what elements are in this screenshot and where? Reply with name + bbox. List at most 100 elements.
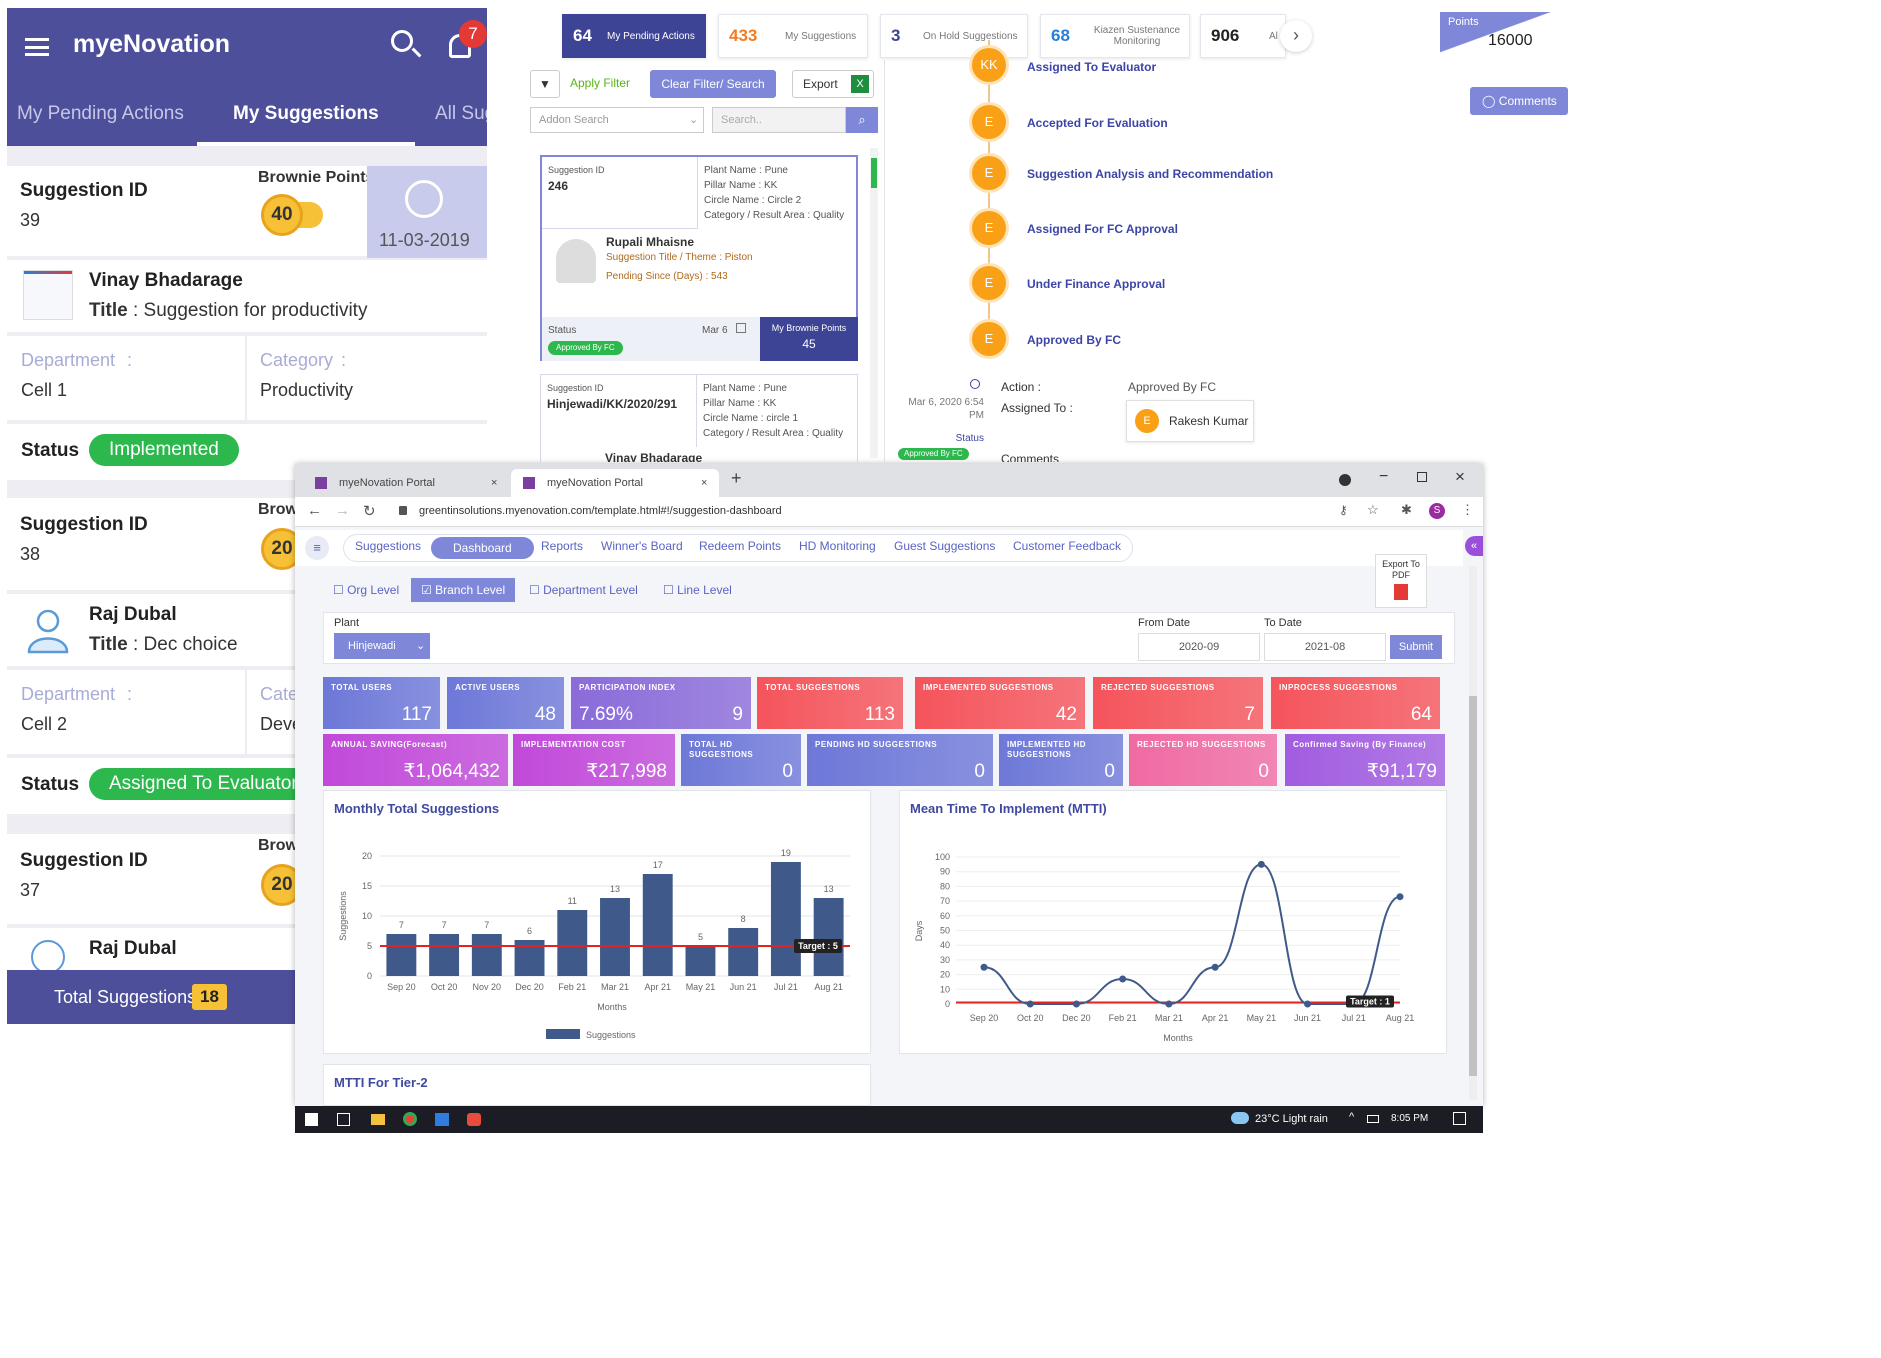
- data-point[interactable]: [1072, 1000, 1080, 1008]
- restore-icon[interactable]: [1417, 472, 1427, 482]
- export-button[interactable]: Export X: [792, 70, 874, 98]
- kpi-tile[interactable]: TOTAL USERS 117: [323, 677, 440, 729]
- bar[interactable]: [770, 862, 801, 976]
- search-icon[interactable]: [391, 30, 413, 52]
- scrollbar[interactable]: [1469, 566, 1477, 1100]
- submit-button[interactable]: Submit: [1390, 635, 1442, 659]
- file-explorer-icon[interactable]: [371, 1114, 385, 1125]
- suggestion-card[interactable]: Suggestion ID Hinjewadi/KK/2020/291 Plan…: [540, 374, 858, 462]
- level-branch[interactable]: ☑ Branch Level: [411, 578, 516, 602]
- bar[interactable]: [386, 934, 417, 976]
- kpi-tile[interactable]: REJECTED HD SUGGESTIONS 0: [1129, 734, 1277, 786]
- task-view-icon[interactable]: [337, 1113, 350, 1126]
- filter-icon[interactable]: ▼: [530, 70, 560, 98]
- data-point[interactable]: [1119, 975, 1127, 983]
- search-input[interactable]: Search..: [712, 107, 846, 133]
- collapse-panel-icon[interactable]: «: [1465, 536, 1483, 556]
- extensions-icon[interactable]: ✱: [1401, 502, 1412, 518]
- forward-arrow-icon[interactable]: →: [335, 502, 350, 519]
- nav-winners-board[interactable]: Winner's Board: [601, 539, 683, 553]
- stat-all[interactable]: 906 Al: [1200, 14, 1286, 58]
- kpi-tile[interactable]: IMPLEMENTED SUGGESTIONS 42: [915, 677, 1085, 729]
- tab-my-pending-actions[interactable]: My Pending Actions: [17, 100, 184, 146]
- kebab-menu-icon[interactable]: ⋮: [1461, 502, 1474, 518]
- minimize-icon[interactable]: −: [1379, 468, 1388, 486]
- nav-dashboard[interactable]: Dashboard: [431, 537, 534, 559]
- key-icon[interactable]: ⚷: [1339, 503, 1348, 517]
- kpi-tile[interactable]: Confirmed Saving (By Finance) ₹91,179: [1285, 734, 1445, 786]
- assignee-chip[interactable]: E Rakesh Kumar: [1126, 400, 1254, 442]
- addon-search-select[interactable]: Addon Search ⌄: [530, 107, 704, 133]
- windows-start-icon[interactable]: [305, 1113, 318, 1126]
- nav-suggestions[interactable]: Suggestions: [355, 539, 421, 553]
- kpi-tile[interactable]: INPROCESS SUGGESTIONS 64: [1271, 677, 1440, 729]
- kpi-tile[interactable]: TOTAL HD SUGGESTIONS 0: [681, 734, 801, 786]
- battery-icon[interactable]: [1367, 1115, 1379, 1123]
- new-tab-icon[interactable]: +: [731, 468, 742, 489]
- stat-my-suggestions[interactable]: 433 My Suggestions: [718, 14, 868, 58]
- nav-redeem-points[interactable]: Redeem Points: [699, 539, 781, 553]
- bar[interactable]: [557, 910, 588, 976]
- nav-reports[interactable]: Reports: [541, 539, 583, 553]
- close-icon[interactable]: ×: [491, 469, 497, 497]
- chevron-right-icon[interactable]: ›: [1280, 20, 1312, 52]
- stat-on-hold-suggestions[interactable]: 3 On Hold Suggestions: [880, 14, 1028, 58]
- kpi-tile[interactable]: PENDING HD SUGGESTIONS 0: [807, 734, 993, 786]
- tab-my-suggestions[interactable]: My Suggestions: [197, 100, 415, 146]
- mail-icon[interactable]: [435, 1113, 449, 1126]
- chrome-icon[interactable]: [403, 1112, 417, 1126]
- tab-all-suggestions[interactable]: All Sug: [435, 100, 487, 146]
- browser-tab-active[interactable]: myeNovation Portal ×: [511, 469, 719, 497]
- app-icon[interactable]: [467, 1113, 481, 1126]
- browser-tab[interactable]: myeNovation Portal ×: [303, 469, 503, 497]
- data-point[interactable]: [1257, 860, 1265, 868]
- stat-kiazen-sustenance[interactable]: 68 Kiazen Sustenance Monitoring: [1040, 14, 1190, 58]
- clear-filter-button[interactable]: Clear Filter/ Search: [650, 70, 776, 98]
- profile-avatar[interactable]: S: [1429, 503, 1445, 519]
- url-text[interactable]: greentinsolutions.myenovation.com/templa…: [419, 505, 782, 517]
- kpi-tile[interactable]: REJECTED SUGGESTIONS 7: [1093, 677, 1263, 729]
- reload-icon[interactable]: ↻: [363, 502, 376, 520]
- bar[interactable]: [685, 946, 716, 976]
- close-icon[interactable]: ×: [701, 469, 707, 497]
- bar[interactable]: [600, 898, 630, 976]
- scrollbar[interactable]: [870, 148, 878, 458]
- from-date-input[interactable]: 2020-09: [1138, 633, 1260, 661]
- comments-button[interactable]: ◯ Comments: [1470, 87, 1568, 115]
- bar[interactable]: [728, 928, 759, 976]
- plant-select[interactable]: Hinjewadi ⌄: [334, 633, 430, 659]
- data-point[interactable]: [1304, 1000, 1312, 1008]
- nav-hd-monitoring[interactable]: HD Monitoring: [799, 539, 876, 553]
- data-point[interactable]: [1026, 1000, 1034, 1008]
- kpi-tile[interactable]: ANNUAL SAVING(Forecast) ₹1,064,432: [323, 734, 508, 786]
- to-date-input[interactable]: 2021-08: [1264, 633, 1386, 661]
- level-department[interactable]: ☐ Department Level: [519, 578, 648, 602]
- data-point[interactable]: [1396, 893, 1404, 901]
- close-window-icon[interactable]: ×: [1455, 467, 1465, 487]
- suggestion-card[interactable]: Suggestion ID 39 Brownie Points 40 11-03…: [7, 166, 487, 258]
- notification-center-icon[interactable]: [1453, 1112, 1466, 1125]
- apply-filter-button[interactable]: Apply Filter: [570, 76, 630, 90]
- nav-customer-feedback[interactable]: Customer Feedback: [1013, 539, 1121, 553]
- kpi-tile[interactable]: PARTICIPATION INDEX 9 7.69%: [571, 677, 751, 729]
- level-org[interactable]: ☐ Org Level: [323, 578, 409, 602]
- star-icon[interactable]: ☆: [1367, 502, 1379, 518]
- kpi-tile[interactable]: TOTAL SUGGESTIONS 113: [757, 677, 903, 729]
- tray-chevron-icon[interactable]: ^: [1349, 1111, 1354, 1123]
- hamburger-menu-icon[interactable]: [25, 38, 49, 56]
- back-arrow-icon[interactable]: ←: [307, 502, 322, 519]
- bar[interactable]: [642, 874, 673, 976]
- record-icon[interactable]: [1339, 474, 1351, 486]
- data-point[interactable]: [1211, 963, 1219, 971]
- export-pdf-button[interactable]: Export To PDF: [1375, 554, 1427, 608]
- level-line[interactable]: ☐ Line Level: [653, 578, 742, 602]
- search-icon[interactable]: ⌕: [846, 107, 878, 133]
- stat-my-pending-actions[interactable]: 64 My Pending Actions: [562, 14, 706, 58]
- menu-icon[interactable]: ≡: [305, 536, 329, 560]
- data-point[interactable]: [980, 963, 988, 971]
- data-point[interactable]: [1165, 1000, 1173, 1008]
- bar[interactable]: [813, 898, 844, 976]
- nav-guest-suggestions[interactable]: Guest Suggestions: [894, 539, 995, 553]
- bar[interactable]: [471, 934, 502, 976]
- suggestion-card[interactable]: Suggestion ID 246 Plant Name : Pune Pill…: [540, 155, 858, 361]
